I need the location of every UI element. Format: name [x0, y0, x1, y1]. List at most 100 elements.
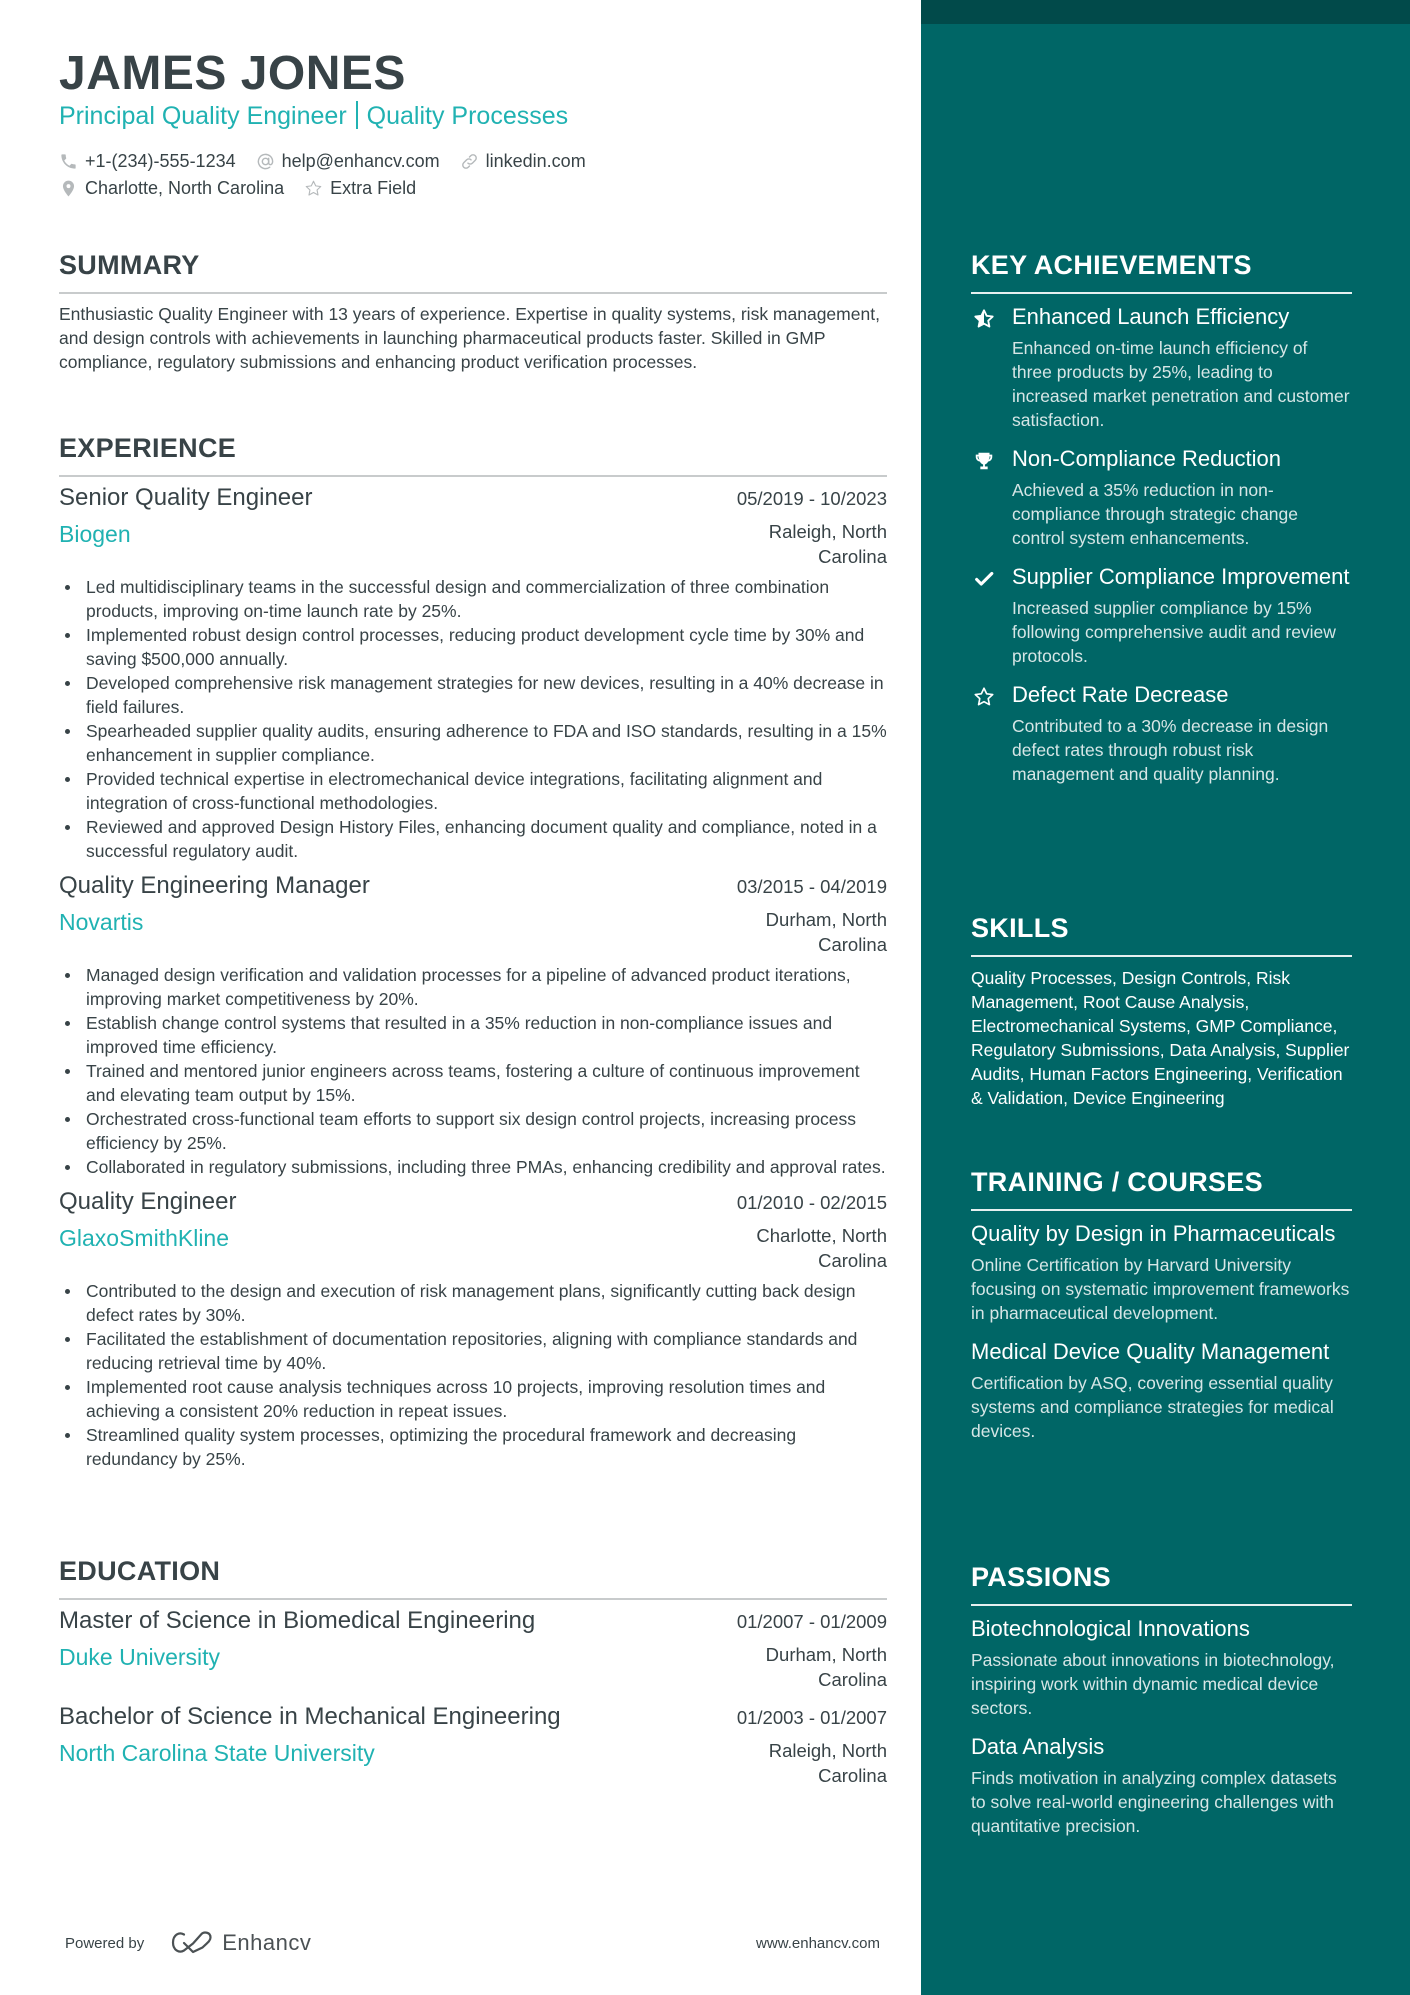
- checkmark-icon: [975, 571, 994, 586]
- passion-title: Data Analysis: [971, 1734, 1105, 1759]
- skills-section: SKILLS Quality Processes, Design Control…: [971, 911, 1352, 1110]
- bullet-item: Implemented root cause analysis techniqu…: [59, 1375, 887, 1423]
- course-title: Quality by Design in Pharmaceuticals: [971, 1221, 1336, 1246]
- passion-desc: Passionate about innovations in biotechn…: [971, 1650, 1335, 1718]
- achievement-item: Defect Rate Decrease Contributed to a 30…: [971, 681, 1352, 786]
- degree-title: Master of Science in Biomedical Engineer…: [59, 1607, 536, 1634]
- powered-by: Powered by Enhancv: [65, 1930, 311, 1956]
- course-title: Medical Device Quality Management: [971, 1339, 1330, 1364]
- contact-link[interactable]: linkedin.com: [460, 148, 586, 175]
- achievement-item: Enhanced Launch Efficiency Enhanced on-t…: [971, 303, 1352, 432]
- enhancv-brand[interactable]: Enhancv: [222, 1930, 311, 1956]
- course-item: Medical Device Quality Management Certif…: [971, 1338, 1352, 1443]
- education-entry: Master of Science in Biomedical Engineer…: [59, 1604, 887, 1692]
- headline-separator: [355, 101, 358, 129]
- achievement-desc: Enhanced on-time launch efficiency of th…: [1012, 338, 1350, 430]
- at-icon: [257, 153, 273, 170]
- link-text: linkedin.com: [485, 151, 586, 171]
- job-title: Quality Engineering Manager: [59, 872, 370, 899]
- job-title: Quality Engineer: [59, 1188, 237, 1215]
- phone-text: +1-(234)-555-1234: [85, 151, 236, 171]
- bullet-item: Contributed to the design and execution …: [59, 1279, 887, 1327]
- summary-text: Enthusiastic Quality Engineer with 13 ye…: [59, 304, 880, 372]
- star-half-icon: [974, 309, 994, 328]
- education-location: Durham, North Carolina: [765, 1644, 887, 1690]
- star-outline-icon: [305, 180, 322, 196]
- achievement-title: Supplier Compliance Improvement: [1012, 564, 1350, 589]
- bullet-item: Spearheaded supplier quality audits, ens…: [59, 719, 887, 767]
- achievement-title: Enhanced Launch Efficiency: [1012, 304, 1290, 329]
- experience-entry: Quality Engineer 01/2010 - 02/2015 Glaxo…: [59, 1185, 887, 1471]
- achievement-desc: Increased supplier compliance by 15% fol…: [1012, 598, 1336, 666]
- passion-title: Biotechnological Innovations: [971, 1616, 1250, 1641]
- company-name: Biogen: [59, 521, 131, 547]
- bullet-item: Reviewed and approved Design History Fil…: [59, 815, 887, 863]
- location-pin-icon: [62, 180, 75, 197]
- headline-title: Principal Quality Engineer: [59, 102, 347, 130]
- contact-phone[interactable]: +1-(234)-555-1234: [59, 148, 236, 175]
- school-name: Duke University: [59, 1644, 221, 1670]
- extra-text: Extra Field: [330, 178, 417, 198]
- job-location: Charlotte, North Carolina: [756, 1225, 887, 1271]
- section-divider: [59, 292, 887, 294]
- experience-section: EXPERIENCE Senior Quality Engineer 05/20…: [59, 431, 887, 1471]
- bullet-item: Trained and mentored junior engineers ac…: [59, 1059, 887, 1107]
- job-bullets: Managed design verification and validati…: [59, 963, 887, 1179]
- education-heading: EDUCATION: [59, 1556, 221, 1586]
- section-divider: [971, 1209, 1352, 1211]
- job-dates: 01/2010 - 02/2015: [736, 1192, 887, 1213]
- job-bullets: Led multidisciplinary teams in the succe…: [59, 575, 887, 863]
- experience-entry: Quality Engineering Manager 03/2015 - 04…: [59, 869, 887, 1179]
- summary-section: SUMMARY Enthusiastic Quality Engineer wi…: [59, 248, 887, 374]
- bullet-item: Collaborated in regulatory submissions, …: [59, 1155, 887, 1179]
- training-heading: TRAINING / COURSES: [971, 1167, 1263, 1197]
- course-desc: Online Certification by Harvard Universi…: [971, 1255, 1350, 1323]
- education-dates: 01/2007 - 01/2009: [736, 1611, 887, 1632]
- location-text: Charlotte, North Carolina: [85, 178, 285, 198]
- achievement-title: Non-Compliance Reduction: [1012, 446, 1282, 471]
- contact-location: Charlotte, North Carolina: [59, 175, 284, 202]
- enhancv-logo-icon: [172, 1931, 212, 1954]
- achievement-desc: Contributed to a 30% decrease in design …: [1012, 716, 1329, 784]
- achievement-item: Non-Compliance Reduction Achieved a 35% …: [971, 445, 1352, 550]
- job-dates: 05/2019 - 10/2023: [736, 488, 887, 509]
- job-dates: 03/2015 - 04/2019: [736, 876, 887, 897]
- sidebar-top-strip: [921, 0, 1410, 24]
- contact-info: +1-(234)-555-1234 help@enhancv.com linke…: [59, 148, 606, 202]
- sidebar: KEY ACHIEVEMENTS Enhanced Launch Efficie…: [921, 0, 1410, 1995]
- education-location: Raleigh, North Carolina: [768, 1740, 887, 1786]
- school-name: North Carolina State University: [59, 1740, 375, 1766]
- passions-section: PASSIONS Biotechnological Innovations Pa…: [971, 1560, 1352, 1838]
- bullet-item: Orchestrated cross-functional team effor…: [59, 1107, 887, 1155]
- skills-heading: SKILLS: [971, 913, 1069, 943]
- candidate-name: JAMES JONES: [59, 47, 406, 100]
- phone-icon: [61, 154, 76, 169]
- headline-focus: Quality Processes: [366, 102, 569, 130]
- contact-extra: Extra Field: [304, 175, 416, 202]
- website-link[interactable]: www.enhancv.com: [756, 1935, 880, 1952]
- achievement-desc: Achieved a 35% reduction in non-complian…: [1012, 480, 1299, 548]
- star-outline-icon: [974, 687, 994, 706]
- bullet-item: Provided technical expertise in electrom…: [59, 767, 887, 815]
- job-location: Durham, North Carolina: [765, 909, 887, 955]
- degree-title: Bachelor of Science in Mechanical Engine…: [59, 1703, 561, 1730]
- company-name: GlaxoSmithKline: [59, 1225, 230, 1251]
- contact-email[interactable]: help@enhancv.com: [256, 148, 440, 175]
- summary-heading: SUMMARY: [59, 250, 200, 280]
- company-name: Novartis: [59, 909, 144, 935]
- passions-heading: PASSIONS: [971, 1562, 1111, 1592]
- trophy-icon: [975, 452, 993, 470]
- bullet-item: Led multidisciplinary teams in the succe…: [59, 575, 887, 623]
- achievements-section: KEY ACHIEVEMENTS Enhanced Launch Efficie…: [971, 248, 1352, 786]
- bullet-item: Implemented robust design control proces…: [59, 623, 887, 671]
- education-section: EDUCATION Master of Science in Biomedica…: [59, 1554, 887, 1788]
- experience-heading: EXPERIENCE: [59, 433, 237, 463]
- course-desc: Certification by ASQ, covering essential…: [971, 1373, 1334, 1441]
- job-title: Senior Quality Engineer: [59, 484, 313, 511]
- achievements-heading: KEY ACHIEVEMENTS: [971, 250, 1252, 280]
- skills-list: Quality Processes, Design Controls, Risk…: [971, 968, 1350, 1108]
- job-location: Raleigh, North Carolina: [768, 521, 887, 567]
- achievement-title: Defect Rate Decrease: [1012, 682, 1229, 707]
- passion-desc: Finds motivation in analyzing complex da…: [971, 1768, 1337, 1836]
- email-text: help@enhancv.com: [281, 151, 440, 171]
